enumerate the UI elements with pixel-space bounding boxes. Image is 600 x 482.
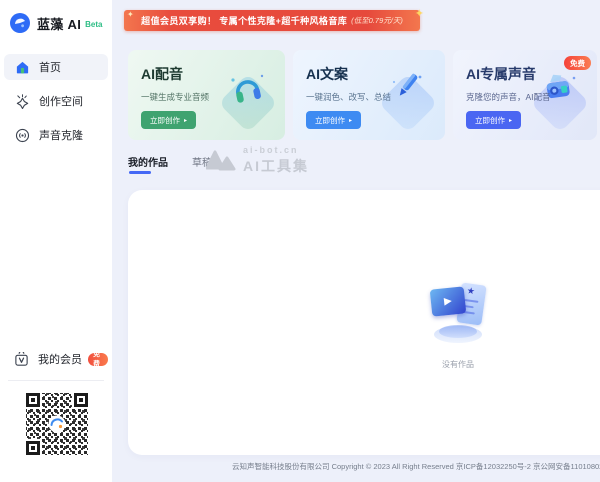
empty-state-text: 没有作品 [128,359,600,370]
card-subtitle: 一键生成专业音频 [141,91,209,103]
pen-icon [387,68,427,108]
card-subtitle: 克隆您的声音，AI配音 [466,91,551,103]
sparkle-icon [14,93,30,109]
works-tabs: 我的作品 草稿 [128,154,212,169]
free-badge: 免费 [564,56,591,70]
watermark-logo-icon [206,148,236,174]
brand-logo-icon [10,13,30,33]
arrow-right-icon: ▸ [349,117,352,124]
card-title: AI文案 [306,64,348,84]
empty-state: ★ ▶ 没有作品 [128,279,600,370]
home-icon [14,59,30,75]
active-tab-underline [129,171,151,174]
card-title: AI专属声音 [466,64,536,84]
play-icon: ▶ [444,296,453,308]
sparkle-icon: ✦ [127,10,134,19]
card-ai-dubbing: AI配音 一键生成专业音频 立即创作 ▸ [128,50,285,140]
feature-cards: AI配音 一键生成专业音频 立即创作 ▸ AI文案 一键润色、改写、总结 [128,50,597,140]
doc-line [464,299,478,303]
sidebar-item-label: 声音克隆 [39,127,83,143]
create-now-label: 立即创作 [475,115,505,126]
sidebar-divider [8,380,104,381]
watermark-domain: ai-bot.cn [243,145,309,155]
sidebar-item-membership[interactable]: 我的会员 免费 [4,346,108,372]
free-badge: 免费 [88,353,108,366]
headphones-icon [227,68,267,108]
sidebar-item-voice-clone[interactable]: 声音克隆 [4,122,108,148]
tab-label: 我的作品 [128,158,168,169]
create-now-label: 立即创作 [150,115,180,126]
create-now-label: 立即创作 [315,115,345,126]
voice-wave-icon [14,127,30,143]
card-title: AI配音 [141,64,183,84]
sidebar-nav: 首页 创作空间 声音克 [4,54,108,156]
watermark-name: AI工具集 [243,156,309,176]
create-now-button[interactable]: 立即创作 ▸ [466,111,521,129]
firework-icon: ✦ [415,7,424,20]
membership-label: 我的会员 [38,351,82,367]
media-player-shape: ▶ [430,286,467,316]
footer-copyright: 云知声智能科技股份有限公司 Copyright © 2023 All Right… [112,461,600,472]
create-now-button[interactable]: 立即创作 ▸ [141,111,196,129]
sidebar-item-label: 首页 [39,59,61,75]
brand-logo: 蓝藻 AI Beta [10,13,102,33]
star-icon: ★ [466,285,476,297]
sidebar-item-creation-space[interactable]: 创作空间 [4,88,108,114]
promo-banner-text: 超值会员双享购！ 专属个性克隆+超千种风格音库 [141,14,347,27]
arrow-right-icon: ▸ [509,117,512,124]
card-ai-copywriting: AI文案 一键润色、改写、总结 立即创作 ▸ [293,50,445,140]
arrow-right-icon: ▸ [184,117,187,124]
brand-name: 蓝藻 AI [37,14,81,33]
empty-state-illustration: ★ ▶ [425,279,491,345]
promo-banner-note: (低至0.79元/天) [351,15,403,26]
qr-code [24,391,90,457]
illustration-pedestal [439,325,477,338]
beta-tag: Beta [85,20,102,29]
promo-banner[interactable]: ✦ 超值会员双享购！ 专属个性克隆+超千种风格音库 (低至0.79元/天) ✦ [124,10,420,31]
card-ai-exclusive-voice: 免费 AI专属声音 克隆您的声音，AI配音 立即创作 ▸ [453,50,597,140]
sidebar: 蓝藻 AI Beta 首页 [0,0,112,482]
tab-my-works[interactable]: 我的作品 [128,154,168,169]
sidebar-item-label: 创作空间 [39,93,83,109]
app-window: 蓝藻 AI Beta 首页 [0,0,600,482]
vip-box-icon [14,351,29,367]
site-watermark: ai-bot.cn AI工具集 [206,145,309,176]
card-subtitle: 一键润色、改写、总结 [306,91,391,103]
create-now-button[interactable]: 立即创作 ▸ [306,111,361,129]
sidebar-item-home[interactable]: 首页 [4,54,108,80]
